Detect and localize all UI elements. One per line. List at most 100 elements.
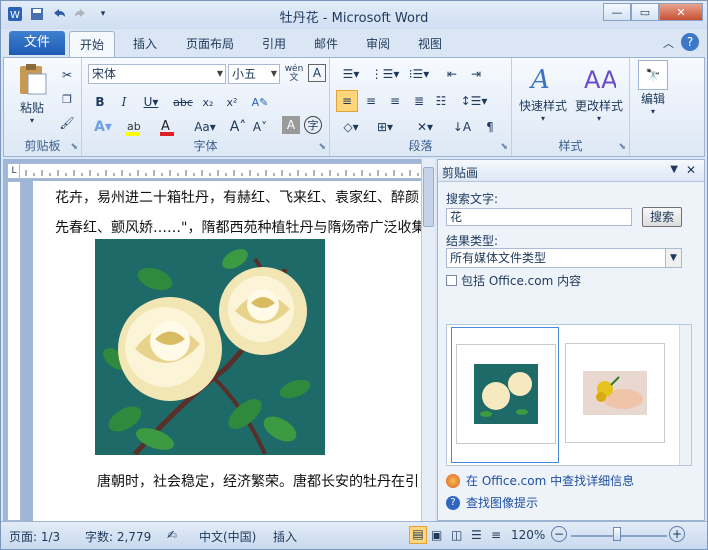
- shrink-font-button[interactable]: A˅: [250, 116, 270, 138]
- tab-file[interactable]: 文件: [9, 31, 65, 55]
- close-button[interactable]: ✕: [659, 3, 703, 21]
- quick-styles-button[interactable]: A 快速样式 ▾: [516, 60, 570, 123]
- align-center-button[interactable]: ≡: [360, 90, 382, 112]
- result-item-roses[interactable]: [451, 327, 559, 463]
- char-border-button[interactable]: A: [308, 64, 326, 82]
- ribbon-tabs: 文件 开始 插入 页面布局 引用 邮件 审阅 视图 ︿ ?: [1, 29, 707, 57]
- clear-format-icon[interactable]: A✎: [250, 92, 270, 112]
- draft-icon[interactable]: ≡: [491, 528, 501, 542]
- copy-icon[interactable]: ❐: [58, 90, 76, 108]
- underline-button[interactable]: U▾: [138, 92, 164, 112]
- status-insert-mode[interactable]: 插入: [273, 528, 297, 545]
- peony-image[interactable]: [95, 239, 325, 456]
- include-office-checkbox[interactable]: [446, 275, 457, 286]
- status-words[interactable]: 字数: 2,779: [85, 528, 151, 545]
- document-page[interactable]: 花卉，易州进二十箱牡丹，有赫红、飞来红、袁家红、醉颜 先春红、颤风娇……"，隋都…: [33, 181, 423, 521]
- zoom-slider-thumb[interactable]: [613, 527, 621, 541]
- editing-button[interactable]: 🔭 编辑 ▾: [634, 60, 672, 116]
- scroll-thumb[interactable]: [423, 167, 434, 227]
- strikethrough-button[interactable]: abc: [170, 92, 196, 112]
- help-icon[interactable]: ?: [681, 33, 699, 51]
- tab-view[interactable]: 视图: [418, 35, 442, 52]
- align-right-button[interactable]: ≡: [384, 90, 406, 112]
- link-more-info[interactable]: 在 Office.com 中查找详细信息: [446, 472, 634, 489]
- sort-button[interactable]: ↓A: [450, 116, 474, 138]
- link-image-tips[interactable]: ? 查找图像提示: [446, 494, 538, 511]
- pane-title: 剪贴画: [442, 166, 479, 180]
- font-color-button[interactable]: A: [154, 116, 180, 138]
- search-input[interactable]: 花: [446, 208, 632, 226]
- status-page[interactable]: 页面: 1/3: [9, 528, 60, 545]
- distributed-button[interactable]: ☷: [430, 90, 452, 112]
- zoom-level[interactable]: 120%: [511, 528, 545, 542]
- font-launcher-icon[interactable]: ⬊: [318, 142, 326, 152]
- chinese-layout-button[interactable]: ✕▾: [410, 116, 440, 138]
- tab-page-layout[interactable]: 页面布局: [186, 35, 234, 52]
- char-shading-button[interactable]: A: [282, 116, 300, 134]
- bullets-button[interactable]: ☰▾: [336, 64, 366, 84]
- paragraph-launcher-icon[interactable]: ⬊: [500, 142, 508, 152]
- result-type-select[interactable]: 所有媒体文件类型 ▼: [446, 248, 682, 268]
- result-item-flower-hand[interactable]: [565, 343, 665, 443]
- styles-launcher-icon[interactable]: ⬊: [618, 142, 626, 152]
- binoculars-icon: 🔭: [638, 60, 668, 90]
- vertical-ruler[interactable]: [7, 181, 21, 521]
- format-painter-icon[interactable]: 🖌: [58, 114, 76, 132]
- tab-mailings[interactable]: 邮件: [314, 35, 338, 52]
- minimize-ribbon-icon[interactable]: ︿: [663, 35, 674, 51]
- tab-review[interactable]: 审阅: [366, 35, 390, 52]
- pane-menu-icon[interactable]: ▼: [670, 164, 678, 175]
- italic-button[interactable]: I: [114, 92, 134, 112]
- borders-button[interactable]: ⊞▾: [370, 116, 400, 138]
- bold-button[interactable]: B: [90, 92, 110, 112]
- paste-icon: [20, 64, 47, 95]
- enclose-char-button[interactable]: 字: [304, 116, 322, 134]
- decrease-indent-button[interactable]: ⇤: [442, 64, 462, 84]
- quick-styles-label: 快速样式: [518, 99, 567, 113]
- increase-indent-button[interactable]: ⇥: [466, 64, 486, 84]
- subscript-button[interactable]: x₂: [198, 92, 218, 112]
- paste-button[interactable]: 粘贴 ▾: [10, 62, 54, 125]
- maximize-button[interactable]: ▭: [631, 3, 659, 21]
- align-left-button[interactable]: ≡: [336, 90, 358, 112]
- cut-icon[interactable]: ✂: [58, 66, 76, 84]
- line-spacing-button[interactable]: ↕☰▾: [460, 90, 488, 112]
- status-language[interactable]: 中文(中国): [199, 528, 256, 545]
- results-scrollbar[interactable]: [679, 325, 691, 465]
- pane-close-icon[interactable]: ✕: [686, 163, 696, 177]
- horizontal-ruler[interactable]: [19, 163, 423, 179]
- shading-button[interactable]: ◇▾: [336, 116, 366, 138]
- web-layout-icon[interactable]: ◫: [451, 528, 462, 542]
- tab-home[interactable]: 开始: [69, 31, 116, 57]
- zoom-out-icon[interactable]: −: [551, 526, 567, 542]
- white-roses-illustration: [95, 239, 325, 456]
- results-list[interactable]: [446, 324, 692, 466]
- font-size-combo[interactable]: 小五 ▼: [228, 64, 280, 84]
- highlight-button[interactable]: ab: [120, 116, 146, 138]
- tab-references[interactable]: 引用: [262, 35, 286, 52]
- change-styles-button[interactable]: AA 更改样式 ▾: [572, 60, 626, 123]
- vertical-scrollbar[interactable]: [421, 159, 435, 521]
- show-marks-button[interactable]: ¶: [480, 116, 500, 138]
- font-name-combo[interactable]: 宋体 ▼: [88, 64, 226, 84]
- grow-font-button[interactable]: A˄: [228, 116, 248, 138]
- text-effect-button[interactable]: A▾: [90, 116, 116, 138]
- chevron-down-icon[interactable]: ▼: [665, 249, 681, 267]
- minimize-button[interactable]: —: [603, 3, 631, 21]
- clipboard-launcher-icon[interactable]: ⬊: [70, 142, 78, 152]
- font-name-value: 宋体: [92, 67, 117, 81]
- zoom-in-icon[interactable]: +: [669, 526, 685, 542]
- outline-icon[interactable]: ☰: [471, 528, 482, 542]
- change-case-button[interactable]: Aa▾: [190, 116, 220, 138]
- superscript-button[interactable]: x²: [222, 92, 242, 112]
- tab-insert[interactable]: 插入: [133, 35, 157, 52]
- multilevel-list-button[interactable]: ⁝☰▾: [404, 64, 434, 84]
- phonetic-guide-button[interactable]: wén 文: [284, 64, 304, 84]
- numbering-button[interactable]: ⋮☰▾: [370, 64, 400, 84]
- search-button[interactable]: 搜索: [642, 207, 682, 227]
- include-office-option[interactable]: 包括 Office.com 内容: [446, 272, 581, 289]
- justify-button[interactable]: ≣: [408, 90, 430, 112]
- print-layout-icon[interactable]: ▤: [409, 526, 427, 544]
- fullscreen-read-icon[interactable]: ▣: [431, 528, 442, 542]
- proofing-icon[interactable]: ✍: [167, 528, 177, 542]
